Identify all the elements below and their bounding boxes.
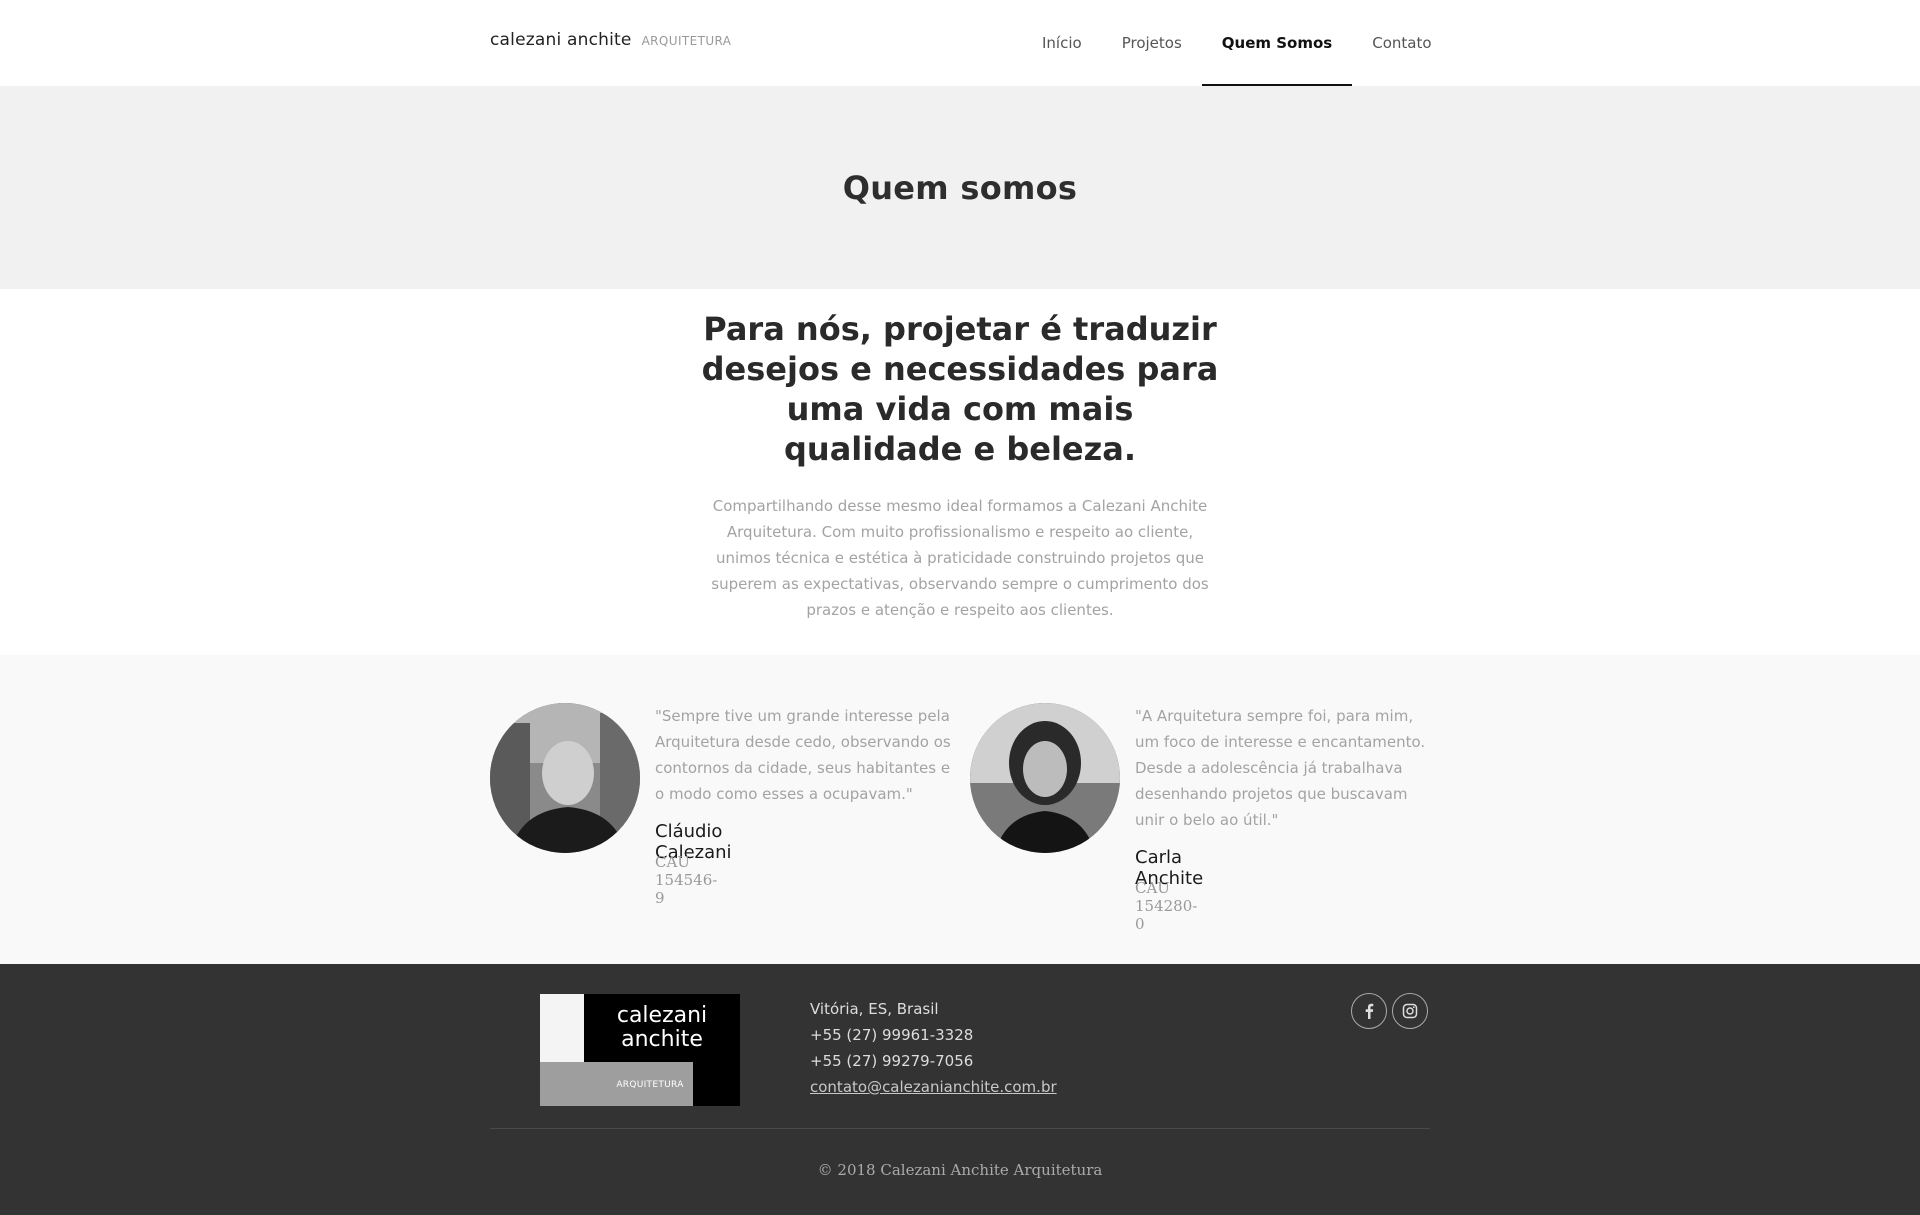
- site-logo[interactable]: calezani anchite ARQUITETURA: [490, 30, 731, 50]
- page-title-band: Quem somos: [0, 86, 1920, 289]
- copyright-text: © 2018 Calezani Anchite Arquitetura: [817, 1161, 1103, 1179]
- footer-phone-1: +55 (27) 99961-3328: [810, 1026, 974, 1044]
- avatar-claudio: [490, 703, 640, 853]
- intro-headline: Para nós, projetar é traduzir desejos e …: [701, 310, 1219, 468]
- footer-email-link[interactable]: contato@calezanianchite.com.br: [810, 1078, 1057, 1096]
- nav-item-projetos[interactable]: Projetos: [1102, 0, 1202, 86]
- footer-phone-2: +55 (27) 99279-7056: [810, 1052, 974, 1070]
- footer-logo-subtitle: ARQUITETURA: [616, 1080, 684, 1090]
- footer-divider: [490, 1128, 1430, 1129]
- intro-text: Compartilhando desse mesmo ideal formamo…: [711, 497, 1209, 619]
- intro-section: Para nós, projetar é traduzir desejos e …: [0, 289, 1920, 655]
- facebook-icon[interactable]: [1351, 993, 1387, 1029]
- quote-carla: "A Arquitetura sempre foi, para mim, um …: [1135, 707, 1426, 829]
- site-footer: calezani anchite ARQUITETURA Vitória, ES…: [0, 964, 1920, 1215]
- nav-item-contato[interactable]: Contato: [1352, 0, 1451, 86]
- nav-item-inicio[interactable]: Início: [1022, 0, 1102, 86]
- team-section: "Sempre tive um grande interesse pela Ar…: [0, 655, 1920, 964]
- page-title: Quem somos: [842, 168, 1078, 207]
- footer-city: Vitória, ES, Brasil: [810, 1000, 939, 1018]
- site-header: calezani anchite ARQUITETURA Início Proj…: [0, 0, 1920, 86]
- member-cau-claudio: CAU 154546-9: [655, 853, 718, 907]
- nav-item-quem-somos[interactable]: Quem Somos: [1201, 0, 1353, 86]
- quote-claudio: "Sempre tive um grande interesse pela Ar…: [655, 707, 951, 803]
- member-cau-carla: CAU 154280-0: [1135, 879, 1198, 933]
- avatar-carla: [970, 703, 1120, 853]
- footer-contact: Vitória, ES, Brasil +55 (27) 99961-3328 …: [810, 996, 1057, 1100]
- footer-logo-name: calezani anchite: [616, 1003, 708, 1052]
- instagram-icon[interactable]: [1392, 993, 1428, 1029]
- footer-logo: calezani anchite ARQUITETURA: [540, 994, 740, 1106]
- logo-subtitle: ARQUITETURA: [641, 34, 732, 48]
- main-nav: Início Projetos Quem Somos Contato: [1022, 0, 1452, 86]
- logo-name: calezani anchite: [490, 30, 632, 50]
- social-links: [1351, 993, 1428, 1029]
